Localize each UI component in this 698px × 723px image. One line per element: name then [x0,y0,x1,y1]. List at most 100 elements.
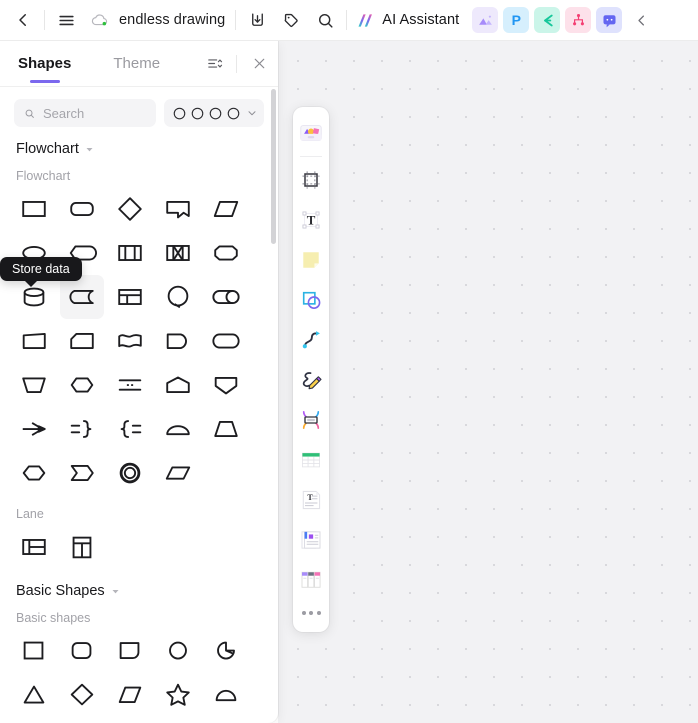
shape-hexagon[interactable] [12,451,56,495]
shape-arrow-merge[interactable] [12,407,56,451]
shape-terminator-ellipse[interactable] [12,231,56,275]
menu-button[interactable] [49,3,83,37]
shape-hexagon-prep[interactable] [60,363,104,407]
frame-tool[interactable] [295,160,327,200]
download-button[interactable] [240,3,274,37]
shape-summing[interactable] [108,363,152,407]
document-title[interactable]: endless drawing [113,9,231,31]
document-tool[interactable]: T [295,480,327,520]
kanban-tool[interactable] [295,560,327,600]
table-tool[interactable] [295,440,327,480]
shape-parallelogram-slim[interactable] [156,451,200,495]
shape-style-picker[interactable] [164,99,264,127]
shape-circle[interactable] [156,629,200,673]
shape-stored-data-rounded[interactable] [204,319,248,363]
divider [236,54,238,73]
shape-predefined-process[interactable] [156,231,200,275]
tag-button[interactable] [274,3,308,37]
shape-pentagon[interactable] [60,717,104,723]
shape-connector-circle[interactable] [156,275,200,319]
shape-rounded-square[interactable] [60,629,104,673]
presentation-app-icon[interactable]: P [503,7,530,33]
shape-card[interactable] [60,319,104,363]
shape-brace-left[interactable] [108,407,152,451]
ai-assistant-button[interactable]: AI Assistant [351,6,467,35]
note-card-icon [301,531,321,549]
shape-hexagon-basic[interactable] [156,717,200,723]
more-dots-icon [301,611,306,615]
shapes-library-tool[interactable] [295,113,327,153]
drawing-canvas[interactable] [278,41,698,723]
group-header-flowchart[interactable]: Flowchart [0,127,278,163]
shape-vertical-lane[interactable] [60,525,104,569]
shape-one-corner-rounded[interactable] [108,629,152,673]
shape-database[interactable] [12,275,56,319]
shape-diamond[interactable] [60,673,104,717]
shape-trapezoid-right[interactable] [12,319,56,363]
shape-store-data[interactable] [60,275,104,319]
panel-scrollbar[interactable] [271,89,276,244]
shapes-scroll-area[interactable]: Flowchart Flowchart Lane Basic Shapes Ba… [0,127,278,723]
shape-arrow-pentagon-flag[interactable] [60,451,104,495]
shape-document[interactable] [156,187,200,231]
basic-shape-tool[interactable] [295,280,327,320]
shape-pentagon-home[interactable] [156,363,200,407]
shape-trapezoid[interactable] [204,407,248,451]
search-input-wrapper[interactable] [14,99,156,127]
close-icon [254,58,264,69]
cloud-sync-status[interactable] [87,7,113,33]
shape-horizontal-lane[interactable] [12,525,56,569]
shape-multi-document[interactable] [108,319,152,363]
mind-map-tool[interactable] [295,400,327,440]
shape-table-split[interactable] [108,275,152,319]
shape-delay[interactable] [156,319,200,363]
table-icon [302,452,320,468]
comment-app-icon[interactable] [596,7,623,33]
search-button[interactable] [308,3,342,37]
shape-square[interactable] [12,629,56,673]
shape-display[interactable] [60,231,104,275]
shape-manual-operation[interactable] [12,363,56,407]
group-header-basic-shapes[interactable]: Basic Shapes [0,569,278,605]
back-button[interactable] [6,3,40,37]
shape-shield-down[interactable] [204,363,248,407]
shape-decision[interactable] [108,187,152,231]
svg-text:T: T [307,493,313,502]
shape-brace-right[interactable] [60,407,104,451]
shape-rounded-process[interactable] [60,187,104,231]
tab-theme[interactable]: Theme [111,41,162,87]
connector-tool[interactable] [295,320,327,360]
shape-trapezoid-basic[interactable] [108,717,152,723]
tab-shapes[interactable]: Shapes [16,41,73,87]
collapse-apps-button[interactable] [624,3,658,37]
shape-double-circle[interactable] [108,451,152,495]
shape-parallelogram[interactable] [108,673,152,717]
shape-half-circle[interactable] [204,673,248,717]
shape-internal-storage[interactable] [108,231,152,275]
orgchart-app-icon[interactable] [565,7,592,33]
shape-pie-chart[interactable] [204,629,248,673]
shape-triangle[interactable] [12,673,56,717]
shape-preparation-octagon[interactable] [204,231,248,275]
search-input[interactable] [42,105,146,121]
sort-list-button[interactable] [200,50,228,78]
shape-ellipse[interactable] [12,717,56,723]
mindmap-app-icon[interactable] [534,7,561,33]
close-panel-button[interactable] [245,50,273,78]
image-app-icon[interactable] [472,7,499,33]
shape-data-parallelogram[interactable] [204,187,248,231]
document-icon: T [302,490,321,510]
shapes-library-icon [300,125,322,141]
shape-half-ellipse[interactable] [156,407,200,451]
image-icon [478,15,492,25]
more-tools-button[interactable] [295,600,327,626]
shape-process[interactable] [12,187,56,231]
shape-star[interactable] [156,673,200,717]
pen-draw-tool[interactable] [295,360,327,400]
sticky-note-tool[interactable] [295,240,327,280]
note-card-tool[interactable] [295,520,327,560]
text-tool[interactable]: T [295,200,327,240]
group-title: Basic Shapes [16,583,105,599]
shape-direct-data[interactable] [204,275,248,319]
caret-down-icon [112,589,119,593]
